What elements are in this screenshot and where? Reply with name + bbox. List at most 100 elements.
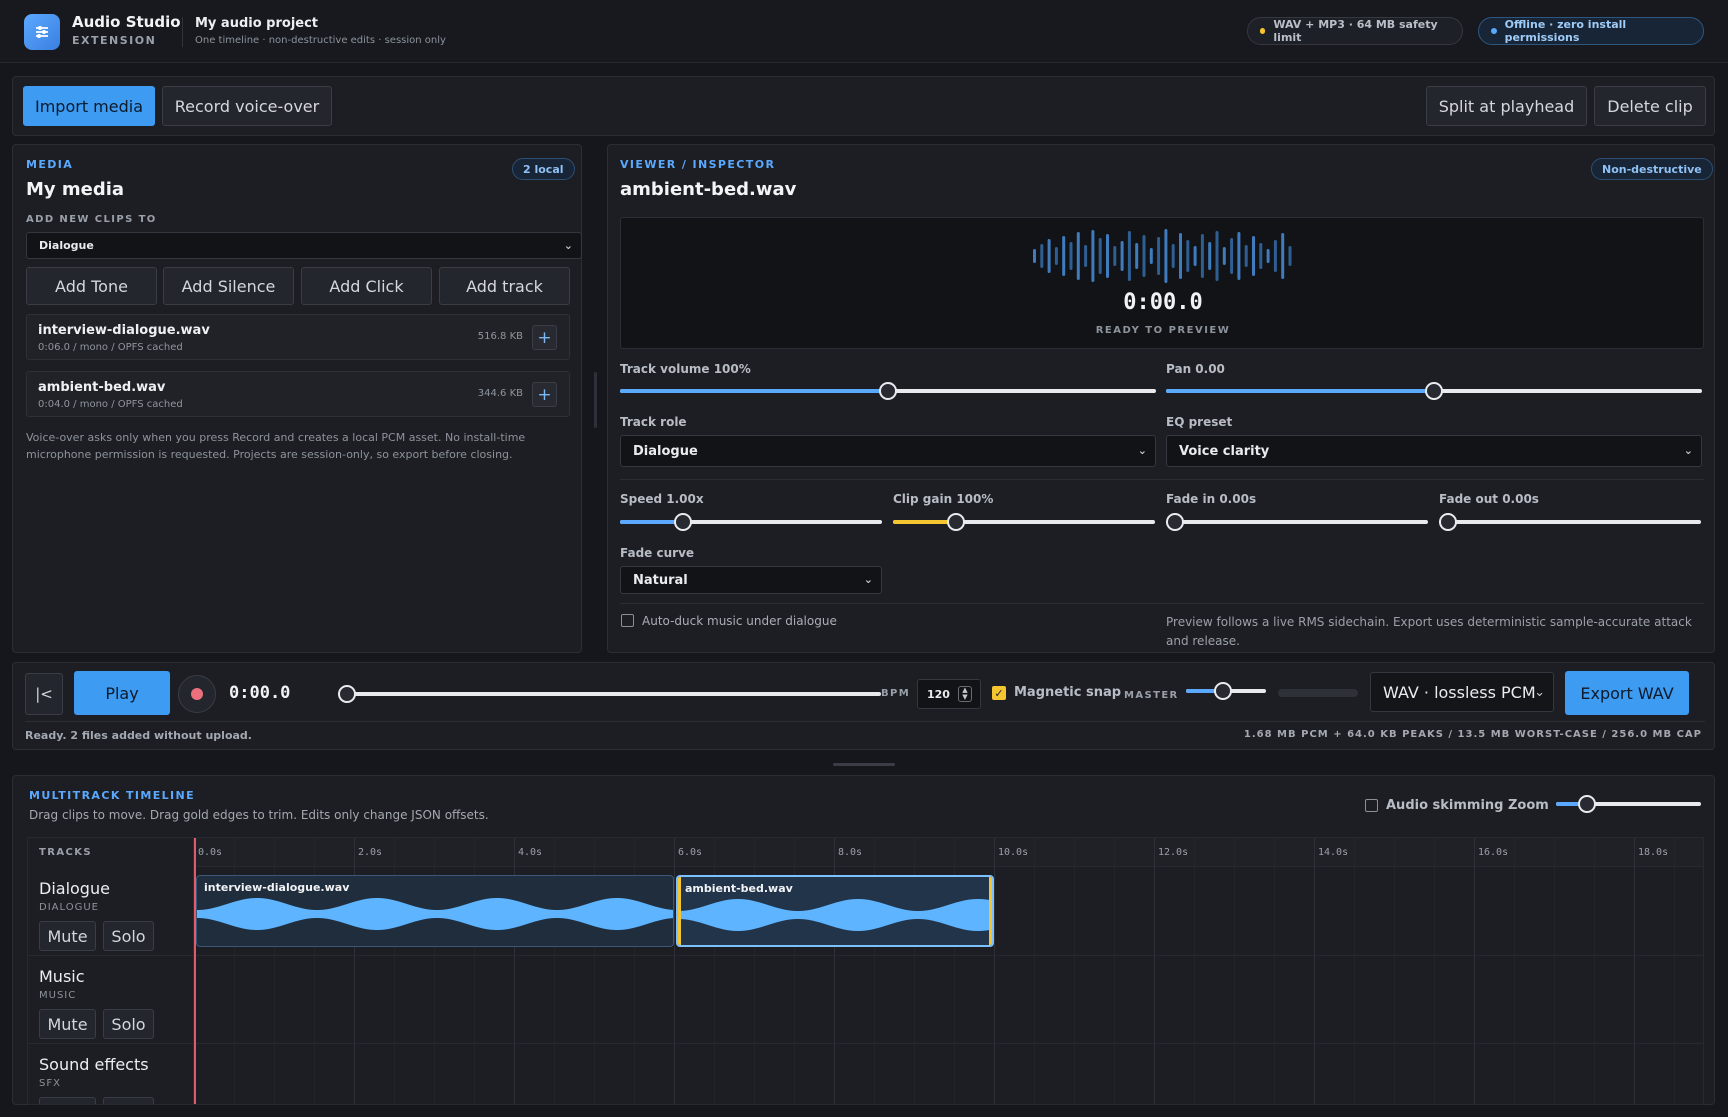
fade-in-slider[interactable] <box>1166 513 1428 531</box>
solo-button[interactable]: Solo <box>103 921 154 951</box>
add-to-track-select[interactable]: Dialogue ⌄ <box>26 232 582 259</box>
transport-time: 0:00.0 <box>229 683 291 703</box>
audio-skimming-checkbox[interactable] <box>1365 799 1378 812</box>
slider-thumb[interactable] <box>879 382 897 400</box>
media-file-item[interactable]: interview-dialogue.wav 0:06.0 / mono / O… <box>26 314 570 360</box>
grid-line <box>1674 838 1675 1104</box>
track-volume-label: Track volume 100% <box>620 362 751 376</box>
add-silence-button[interactable]: Add Silence <box>163 267 294 305</box>
waveform-bar <box>1200 234 1204 278</box>
waveform-bar <box>1135 243 1139 269</box>
bpm-input[interactable]: 120 ▲ ▼ <box>917 679 981 709</box>
grid-line <box>1114 838 1115 1104</box>
waveform-bar <box>1149 248 1153 264</box>
timeline-ruler[interactable] <box>28 838 1703 867</box>
add-click-button[interactable]: Add Click <box>301 267 432 305</box>
track-tag: SFX <box>39 1078 61 1089</box>
add-to-timeline-button[interactable]: + <box>532 382 557 407</box>
speed-slider[interactable] <box>620 513 882 531</box>
slider-thumb[interactable] <box>338 685 356 703</box>
slider-thumb[interactable] <box>946 513 965 531</box>
waveform-bar <box>1222 247 1226 265</box>
grid-line <box>1154 838 1155 1104</box>
slider-thumb[interactable] <box>1166 513 1184 531</box>
master-level-meter <box>1278 689 1358 697</box>
grid-line <box>1634 838 1635 1104</box>
add-tone-button[interactable]: Add Tone <box>26 267 157 305</box>
format-limit-pill: WAV + MP3 · 64 MB safety limit <box>1247 17 1463 45</box>
zoom-slider[interactable] <box>1556 795 1701 813</box>
ruler-tick-label: 10.0s <box>998 847 1029 858</box>
chevron-down-icon: ⌄ <box>563 239 573 252</box>
media-file-item[interactable]: ambient-bed.wav 0:04.0 / mono / OPFS cac… <box>26 371 570 417</box>
solo-button[interactable]: Solo <box>103 1009 154 1039</box>
skip-start-icon: |< <box>35 685 53 703</box>
add-to-timeline-button[interactable]: + <box>532 325 557 350</box>
preview-status: READY TO PREVIEW <box>1095 325 1231 336</box>
grid-line <box>674 838 675 1104</box>
slider-thumb[interactable] <box>1213 682 1232 700</box>
auto-duck-label: Auto-duck music under dialogue <box>642 614 837 628</box>
preview-time: 0:00.0 <box>1123 290 1203 315</box>
mute-button[interactable]: Mute <box>39 1009 96 1039</box>
mute-button[interactable]: Mute <box>39 1097 96 1104</box>
export-wav-button[interactable]: Export WAV <box>1565 671 1689 715</box>
add-track-button[interactable]: Add track <box>439 267 570 305</box>
delete-clip-button[interactable]: Delete clip <box>1594 86 1706 126</box>
selected-clip-title: ambient-bed.wav <box>620 179 797 200</box>
waveform-bar <box>1281 233 1285 279</box>
auto-duck-checkbox[interactable] <box>621 614 634 627</box>
timeline-clip[interactable]: ambient-bed.wav <box>676 875 994 947</box>
slider-fill <box>1166 389 1434 393</box>
pan-label: Pan 0.00 <box>1166 362 1225 376</box>
waveform-bar <box>1069 242 1073 270</box>
stepper-icon[interactable]: ▲ ▼ <box>958 686 972 702</box>
ruler-tick-label: 16.0s <box>1478 847 1509 858</box>
grid-line <box>1314 838 1315 1104</box>
slider-thumb[interactable] <box>1577 795 1596 813</box>
magnetic-snap-label: Magnetic snap <box>1014 685 1122 700</box>
panel-resize-handle[interactable] <box>594 372 597 428</box>
master-volume-slider[interactable] <box>1186 682 1266 700</box>
record-button[interactable] <box>178 675 216 713</box>
fade-out-label: Fade out 0.00s <box>1439 492 1539 506</box>
grid-line <box>1034 838 1035 1104</box>
slider-thumb[interactable] <box>1439 513 1457 531</box>
clip-gain-slider[interactable] <box>893 513 1155 531</box>
track-role-select[interactable]: Dialogue ⌄ <box>620 435 1156 467</box>
timeline-resize-handle[interactable] <box>833 763 895 766</box>
trim-handle-right[interactable] <box>989 877 992 945</box>
export-format-select[interactable]: WAV · lossless PCM ⌄ <box>1370 672 1554 712</box>
timeline-clip[interactable]: interview-dialogue.wav <box>196 875 674 947</box>
skip-to-start-button[interactable]: |< <box>25 673 63 715</box>
chevron-down-icon: ⌄ <box>1137 444 1147 457</box>
pan-slider[interactable] <box>1166 382 1702 400</box>
record-voiceover-button[interactable]: Record voice-over <box>162 86 332 126</box>
split-at-playhead-button[interactable]: Split at playhead <box>1426 86 1587 126</box>
scrub-slider[interactable] <box>338 685 881 703</box>
play-button[interactable]: Play <box>74 671 170 715</box>
waveform-bar <box>1076 232 1080 280</box>
mute-button[interactable]: Mute <box>39 921 96 951</box>
fade-curve-select[interactable]: Natural ⌄ <box>620 566 882 594</box>
solo-button[interactable]: Solo <box>103 1097 154 1104</box>
media-note: Voice-over asks only when you press Reco… <box>26 431 526 461</box>
magnetic-snap-checkbox[interactable]: ✓ <box>992 686 1006 700</box>
preview-viewer[interactable]: 0:00.0 READY TO PREVIEW <box>620 217 1704 349</box>
inspector-panel: VIEWER / INSPECTOR ambient-bed.wav Non-d… <box>607 144 1715 653</box>
ruler-tick-label: 4.0s <box>518 847 543 858</box>
playhead[interactable] <box>194 838 196 1104</box>
waveform-bar <box>1230 238 1234 274</box>
non-destructive-badge: Non-destructive <box>1591 158 1713 180</box>
fade-out-slider[interactable] <box>1439 513 1701 531</box>
slider-thumb[interactable] <box>1425 382 1443 400</box>
tracks-header: TRACKS <box>39 847 92 858</box>
waveform-bar <box>1098 238 1102 274</box>
slider-thumb[interactable] <box>673 513 692 531</box>
track-volume-slider[interactable] <box>620 382 1156 400</box>
slider-track <box>338 692 881 696</box>
trim-handle-left[interactable] <box>678 877 681 945</box>
eq-preset-select[interactable]: Voice clarity ⌄ <box>1166 435 1702 467</box>
import-media-button[interactable]: Import media <box>23 86 155 126</box>
timeline-grid[interactable]: TRACKS 0.0s 2.0s 4.0s 6.0s 8.0s 10.0s 12.0s 14.… <box>27 837 1704 1105</box>
